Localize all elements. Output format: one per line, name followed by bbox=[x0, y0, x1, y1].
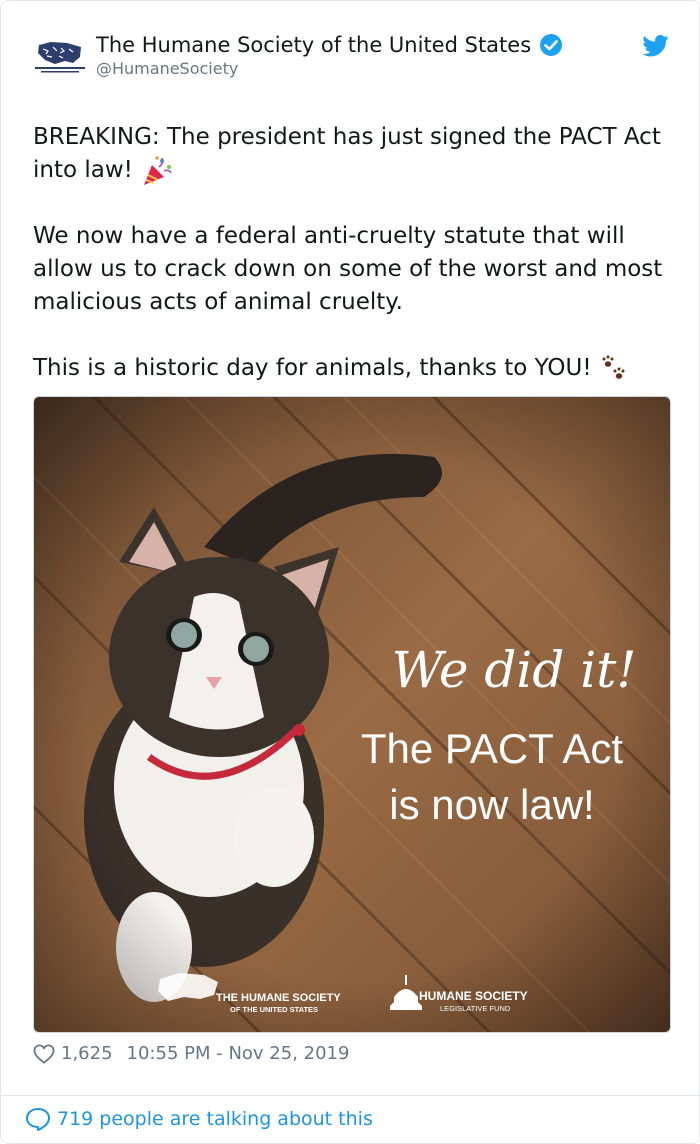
speech-bubble-icon bbox=[26, 1108, 50, 1131]
tweet-paragraph-2: We now have a federal anti-cruelty statu… bbox=[33, 223, 663, 315]
pact-line-1: The PACT Act bbox=[361, 725, 624, 772]
paw-prints-icon bbox=[602, 355, 625, 379]
conversation-text[interactable]: 719 people are talking about this bbox=[57, 1108, 373, 1130]
heart-icon[interactable] bbox=[33, 1043, 55, 1064]
like-count[interactable]: 1,625 bbox=[61, 1043, 113, 1064]
logo2-line2: LEGISLATIVE FUND bbox=[440, 1004, 511, 1013]
tweet-paragraph-3: This is a historic day for animals, than… bbox=[33, 352, 673, 385]
logo1-line2: OF THE UNITED STATES bbox=[230, 1005, 318, 1014]
verified-badge-icon bbox=[540, 34, 563, 56]
tweet-paragraph-1-text: BREAKING: The president has just signed … bbox=[33, 124, 661, 183]
logo1-line1: THE HUMANE SOCIETY bbox=[216, 992, 341, 1004]
tweet-timestamp[interactable]: 10:55 PM - Nov 25, 2019 bbox=[127, 1043, 350, 1064]
divider bbox=[1, 1095, 699, 1096]
account-name[interactable]: The Humane Society of the United States bbox=[96, 33, 563, 57]
account-handle[interactable]: @HumaneSociety bbox=[96, 59, 238, 78]
tweet-card: The Humane Society of the United States … bbox=[0, 0, 700, 1144]
pact-line-2: is now law! bbox=[389, 781, 594, 828]
hsus-logo-avatar[interactable] bbox=[31, 39, 89, 79]
party-popper-icon bbox=[144, 155, 172, 185]
tweet-paragraph-3-text: This is a historic day for animals, than… bbox=[33, 355, 592, 381]
twitter-bird-icon[interactable] bbox=[642, 35, 669, 57]
tweet-image[interactable]: We did it! The PACT Act is now law! THE … bbox=[33, 396, 671, 1033]
tweet-text: BREAKING: The president has just signed … bbox=[33, 121, 673, 418]
tweet-paragraph-1: BREAKING: The president has just signed … bbox=[33, 121, 673, 187]
headline-text: We did it! bbox=[392, 641, 637, 699]
tweet-meta: 1,625 10:55 PM - Nov 25, 2019 bbox=[33, 1043, 349, 1064]
conversation-link[interactable]: 719 people are talking about this bbox=[25, 1107, 373, 1131]
pact-act-graphic: We did it! The PACT Act is now law! THE … bbox=[34, 397, 670, 1032]
logo2-line1: HUMANE SOCIETY bbox=[419, 989, 528, 1003]
account-name-text[interactable]: The Humane Society of the United States bbox=[96, 33, 531, 57]
